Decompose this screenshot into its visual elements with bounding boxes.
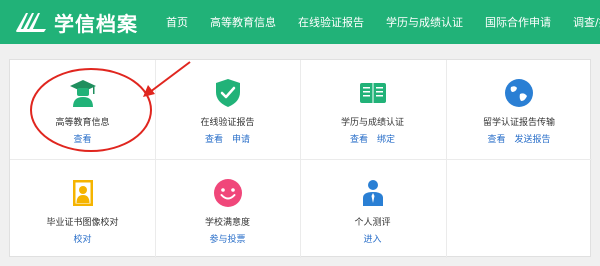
globe-icon — [505, 79, 533, 107]
card-school-satisfaction[interactable]: 学校满意度 参与投票 — [155, 160, 300, 259]
book-icon — [359, 83, 386, 103]
card-study-abroad-report[interactable]: 留学认证报告传输 查看 发送报告 — [446, 60, 592, 159]
card-title: 学校满意度 — [204, 218, 250, 228]
nav-online-verification[interactable]: 在线验证报告 — [298, 14, 364, 30]
nav-international[interactable]: 国际合作申请 — [485, 14, 551, 30]
enter-link[interactable]: 进入 — [363, 235, 381, 245]
card-title: 在线验证报告 — [200, 118, 255, 128]
nav-survey[interactable]: 调查/投票 — [573, 14, 600, 30]
id-photo-icon — [72, 180, 93, 206]
card-diploma-image[interactable]: 毕业证书图像校对 校对 — [10, 160, 155, 259]
view-link[interactable]: 查看 — [488, 135, 506, 145]
card-title: 留学认证报告传输 — [482, 118, 555, 128]
top-navbar: 学信档案 首页 高等教育信息 在线验证报告 学历与成绩认证 国际合作申请 调查/… — [0, 0, 600, 44]
highlight-ring — [30, 68, 152, 152]
main-nav: 首页 高等教育信息 在线验证报告 学历与成绩认证 国际合作申请 调查/投票 — [166, 0, 600, 44]
view-link[interactable]: 查看 — [350, 135, 368, 145]
card-links: 参与投票 — [155, 232, 300, 245]
card-personal-assessment[interactable]: 个人测评 进入 — [300, 160, 445, 259]
person-icon — [362, 180, 383, 206]
send-report-link[interactable]: 发送报告 — [514, 135, 550, 145]
card-links: 进入 — [300, 232, 445, 245]
nav-higher-education[interactable]: 高等教育信息 — [210, 14, 276, 30]
card-links: 校对 — [10, 232, 155, 245]
card-links: 查看 申请 — [155, 132, 300, 145]
card-title: 个人测评 — [354, 218, 391, 228]
card-title: 毕业证书图像校对 — [46, 218, 119, 228]
apply-link[interactable]: 申请 — [232, 135, 250, 145]
card-links: 查看 发送报告 — [446, 132, 592, 145]
bind-link[interactable]: 绑定 — [377, 135, 395, 145]
nav-degree-certification[interactable]: 学历与成绩认证 — [386, 14, 463, 30]
logo-text: 学信档案 — [54, 11, 138, 36]
vote-link[interactable]: 参与投票 — [209, 235, 245, 245]
card-online-verification[interactable]: 在线验证报告 查看 申请 — [155, 60, 300, 159]
card-links: 查看 绑定 — [300, 132, 445, 145]
nav-home[interactable]: 首页 — [166, 14, 188, 30]
view-link[interactable]: 查看 — [205, 135, 223, 145]
smile-icon — [213, 179, 242, 207]
card-degree-certification[interactable]: 学历与成绩认证 查看 绑定 — [300, 60, 445, 159]
shield-check-icon — [215, 79, 240, 107]
site-logo[interactable]: 学信档案 — [14, 7, 138, 37]
card-title: 学历与成绩认证 — [340, 118, 404, 128]
logo-book-icon — [16, 13, 46, 32]
proofread-link[interactable]: 校对 — [73, 235, 91, 245]
